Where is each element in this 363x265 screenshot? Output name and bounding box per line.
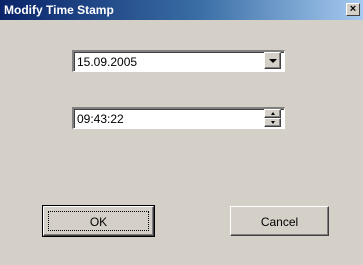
chevron-down-icon [269,59,277,63]
time-picker[interactable]: 09:43:22 [72,107,285,129]
ok-button-label: OK [89,215,108,229]
date-value[interactable]: 15.09.2005 [77,55,137,69]
cancel-button[interactable]: Cancel [230,206,329,236]
date-dropdown-button[interactable] [264,52,281,69]
modify-time-stamp-dialog: Modify Time Stamp × 15.09.2005 09:43:22 … [0,0,363,265]
dialog-title: Modify Time Stamp [4,3,114,17]
date-picker[interactable]: 15.09.2005 [72,50,285,72]
time-spin-down-button[interactable] [264,118,281,127]
cancel-button-label: Cancel [260,215,299,229]
title-bar[interactable]: Modify Time Stamp × [0,0,363,20]
close-icon: × [349,3,357,15]
time-value[interactable]: 09:43:22 [77,112,124,126]
spin-up-icon [271,112,275,115]
time-spin-up-button[interactable] [264,109,281,118]
spin-down-icon [271,121,275,124]
close-button[interactable]: × [346,3,360,16]
ok-button[interactable]: OK [42,205,155,237]
